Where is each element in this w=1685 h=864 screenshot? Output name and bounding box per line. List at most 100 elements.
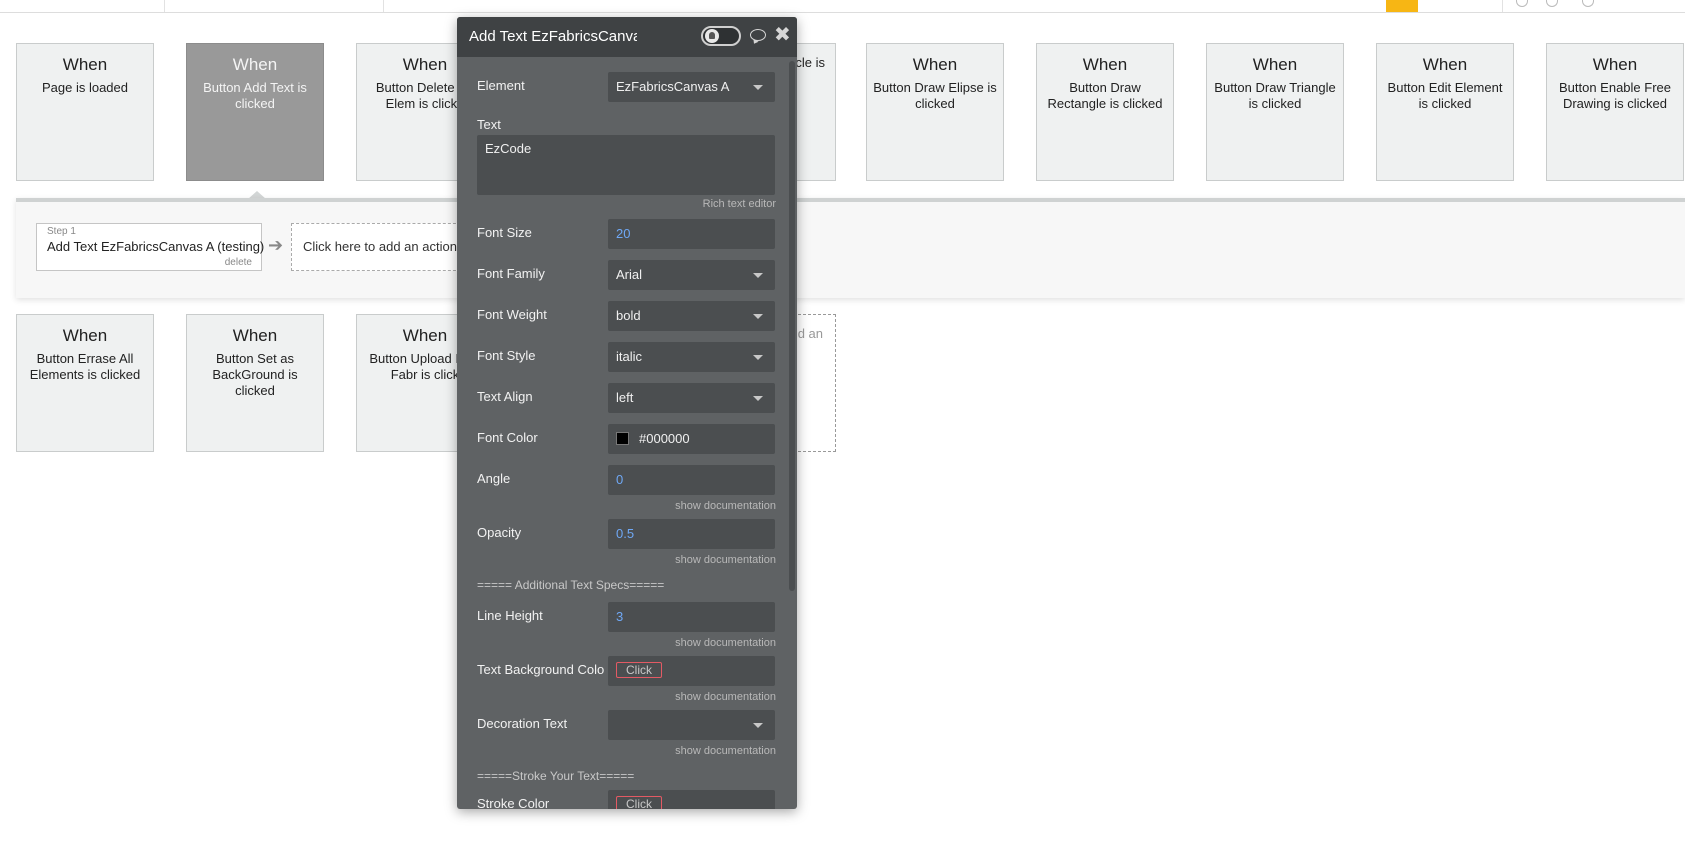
angle-input[interactable]: 0 [608, 465, 775, 495]
text-input[interactable]: EzCode [477, 135, 775, 195]
toolbar-divider [383, 0, 384, 12]
text-align-label: Text Align [477, 389, 533, 404]
decoration-text-dropdown[interactable] [608, 710, 775, 740]
event-when-label: When [1422, 55, 1468, 74]
event-when-label: When [1082, 55, 1128, 74]
event-card-add-text[interactable]: When Button Add Text is clicked [186, 43, 324, 181]
event-description: Button Draw Rectangle is clicked [1047, 80, 1163, 111]
font-family-value: Arial [616, 267, 643, 282]
font-style-dropdown[interactable]: italic [608, 342, 775, 372]
event-card-set-background[interactable]: When Button Set as BackGround is clicked [186, 314, 324, 452]
panel-title: Add Text EzFabricsCanvas A [469, 28, 637, 45]
text-label: Text [477, 117, 501, 132]
top-toolbar [0, 0, 1685, 13]
line-height-label: Line Height [477, 608, 543, 623]
arrow-right-icon: ➔ [268, 235, 284, 255]
show-documentation-link[interactable]: show documentation [675, 500, 776, 512]
angle-label: Angle [477, 471, 511, 486]
search-icon[interactable] [1582, 0, 1594, 7]
event-card-draw-triangle[interactable]: When Button Draw Triangle is clicked [1206, 43, 1344, 181]
show-documentation-link[interactable]: show documentation [675, 691, 776, 703]
event-when-label: When [1252, 55, 1298, 74]
show-documentation-link[interactable]: show documentation [675, 637, 776, 649]
step-number: Step 1 [47, 226, 76, 237]
stroke-color-label: Stroke Color [477, 796, 550, 809]
add-action-button[interactable]: Click here to add an action... [291, 223, 461, 271]
text-align-dropdown[interactable]: left [608, 383, 775, 413]
workflow-steps-band [16, 198, 1685, 298]
workflow-step-1[interactable]: Step 1 Add Text EzFabricsCanvas A (testi… [36, 223, 265, 271]
font-weight-dropdown[interactable]: bold [608, 301, 775, 331]
show-documentation-link[interactable]: show documentation [675, 745, 776, 757]
click-color-button[interactable]: Click [616, 662, 662, 678]
text-background-color-label: Text Background Colo [477, 662, 605, 677]
font-family-dropdown[interactable]: Arial [608, 260, 775, 290]
step-delete-link[interactable]: delete [225, 257, 252, 268]
chevron-down-icon [753, 396, 763, 401]
toolbar-divider [164, 0, 165, 12]
stroke-color-picker[interactable]: Click [608, 790, 775, 809]
decoration-text-label: Decoration Text [477, 716, 568, 731]
font-style-value: italic [616, 349, 643, 364]
event-when-label: When [232, 326, 278, 345]
event-description: Button Enable Free Drawing is clicked [1558, 80, 1672, 111]
element-dropdown[interactable]: EzFabricsCanvas A [608, 72, 775, 102]
font-style-label: Font Style [477, 348, 536, 363]
event-description: Button Add Text is clicked [203, 80, 307, 111]
event-card-draw-elipse[interactable]: When Button Draw Elipse is clicked [866, 43, 1004, 181]
step-name: Add Text EzFabricsCanvas A (testing) [47, 239, 265, 254]
font-color-value: #000000 [639, 431, 690, 446]
chevron-down-icon [753, 355, 763, 360]
event-when-label: When [62, 326, 108, 345]
accent-button[interactable] [1386, 0, 1418, 12]
font-size-label: Font Size [477, 225, 532, 240]
font-weight-value: bold [616, 308, 641, 323]
event-card-erase-all[interactable]: When Button Errase All Elements is click… [16, 314, 154, 452]
element-value: EzFabricsCanvas A [616, 79, 730, 94]
debug-toggle[interactable] [701, 26, 741, 46]
comment-icon[interactable] [750, 29, 766, 41]
toolbar-divider [1502, 0, 1503, 12]
status-icon[interactable] [1546, 0, 1558, 7]
event-card-free-drawing[interactable]: When Button Enable Free Drawing is click… [1546, 43, 1684, 181]
element-label: Element [477, 78, 525, 93]
text-align-value: left [616, 390, 634, 405]
event-card-page-loaded[interactable]: When Page is loaded [16, 43, 154, 181]
status-icon[interactable] [1516, 0, 1528, 7]
event-description: Button Draw Elipse is clicked [873, 80, 997, 111]
font-family-label: Font Family [477, 266, 545, 281]
event-when-label: When [62, 55, 108, 74]
panel-scrollbar[interactable] [789, 61, 795, 591]
panel-header: Add Text EzFabricsCanvas A ✖ [457, 17, 797, 57]
event-description: Button Edit Element is clicked [1387, 80, 1503, 111]
rich-text-editor-link[interactable]: Rich text editor [703, 198, 776, 210]
event-description: Button Errase All Elements is clicked [29, 351, 141, 382]
chevron-down-icon [753, 85, 763, 90]
color-swatch [616, 432, 629, 446]
event-when-label: When [1592, 55, 1638, 74]
chevron-down-icon [753, 723, 763, 728]
show-documentation-link[interactable]: show documentation [675, 554, 776, 566]
chevron-down-icon [753, 314, 763, 319]
additional-specs-section: ===== Additional Text Specs===== [477, 578, 665, 592]
opacity-label: Opacity [477, 525, 522, 540]
chevron-down-icon [753, 273, 763, 278]
opacity-input[interactable]: 0.5 [608, 519, 775, 549]
event-description: Button Draw Triangle is clicked [1214, 80, 1336, 111]
font-size-input[interactable]: 20 [608, 219, 775, 249]
close-icon[interactable]: ✖ [774, 25, 791, 45]
click-color-button[interactable]: Click [616, 796, 662, 809]
font-color-picker[interactable]: #000000 [608, 424, 775, 454]
event-card-draw-rectangle[interactable]: When Button Draw Rectangle is clicked [1036, 43, 1174, 181]
event-card-edit-element[interactable]: When Button Edit Element is clicked [1376, 43, 1514, 181]
stroke-section: =====Stroke Your Text===== [477, 769, 635, 783]
lock-icon [705, 29, 719, 43]
line-height-input[interactable]: 3 [608, 602, 775, 632]
font-weight-label: Font Weight [477, 307, 547, 322]
action-property-panel: Add Text EzFabricsCanvas A ✖ Element EzF… [457, 17, 797, 809]
font-color-label: Font Color [477, 430, 538, 445]
event-description: Button Set as BackGround is clicked [212, 351, 298, 398]
event-description: Page is loaded [41, 80, 128, 95]
event-when-label: When [232, 55, 278, 74]
text-background-color-picker[interactable]: Click [608, 656, 775, 686]
